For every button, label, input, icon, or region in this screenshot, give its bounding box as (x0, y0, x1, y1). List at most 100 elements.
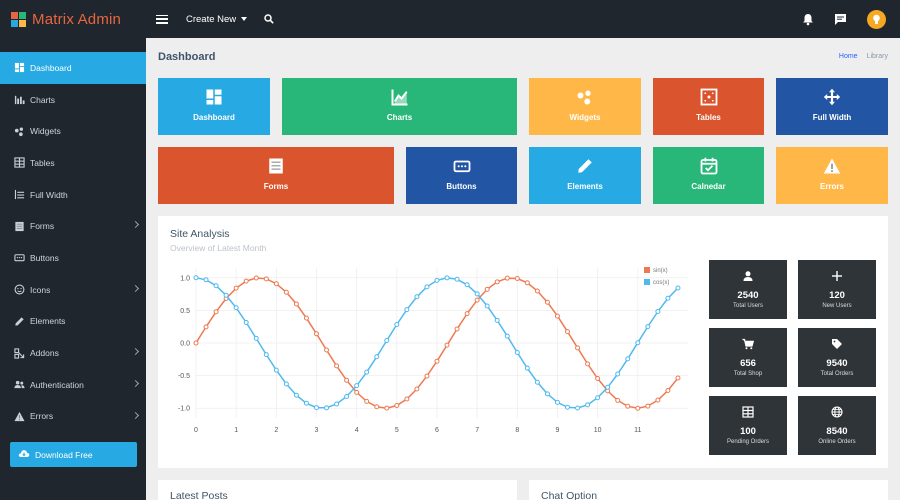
breadcrumb-current: Library (866, 53, 888, 60)
data-point (645, 403, 651, 409)
brand[interactable]: Matrix Admin (0, 0, 146, 38)
data-point (454, 276, 460, 282)
sidebar-item-full-width[interactable]: Full Width (0, 179, 146, 211)
data-point (595, 395, 601, 401)
message-icon[interactable] (834, 13, 847, 26)
sidebar-item-label: Dashboard (30, 62, 72, 73)
data-point (524, 365, 530, 371)
tile-forms[interactable]: Forms (158, 147, 394, 204)
stat-new-users: 120 New Users (798, 260, 876, 319)
tile-buttons[interactable]: Buttons (406, 147, 517, 204)
cart-icon (742, 338, 754, 350)
data-point (233, 285, 239, 291)
dashboard-icon (14, 62, 25, 73)
chevron-right-icon (131, 284, 140, 292)
tile-label: Buttons (446, 181, 477, 191)
data-point (645, 324, 651, 330)
stat-label: Total Shop (733, 371, 763, 377)
sidebar-item-tables[interactable]: Tables (0, 147, 146, 179)
data-point (283, 289, 289, 295)
data-point (635, 405, 641, 411)
sidebar-item-charts[interactable]: Charts (0, 84, 146, 116)
tile-calnedar[interactable]: Calnedar (653, 147, 764, 204)
sidebar-item-icons[interactable]: Icons (0, 274, 146, 306)
x-tick-label: 3 (315, 427, 319, 434)
sidebar-item-addons[interactable]: Addons (0, 337, 146, 369)
data-point (434, 277, 440, 283)
tile-elements[interactable]: Elements (529, 147, 641, 204)
stat-value: 9540 (826, 358, 848, 369)
y-tick-label: 1.0 (180, 275, 190, 282)
cloud-download-icon (18, 449, 30, 460)
bell-icon[interactable] (802, 13, 814, 26)
data-point (575, 345, 581, 351)
data-point (203, 277, 209, 283)
data-point (213, 283, 219, 289)
data-point (464, 311, 470, 317)
data-point (514, 350, 520, 356)
data-point (625, 356, 631, 362)
data-point (263, 276, 269, 282)
tile-errors[interactable]: Errors (776, 147, 888, 204)
tile-label: Full Width (812, 112, 852, 122)
calendar-icon (700, 157, 718, 175)
data-point (484, 286, 490, 292)
chevron-right-icon (131, 411, 140, 419)
download-free-button[interactable]: Download Free (10, 442, 137, 467)
breadcrumb-home-link[interactable]: Home (839, 53, 858, 60)
sidebar-item-label: Errors (30, 411, 54, 422)
data-point (665, 387, 671, 393)
pencil-icon (14, 316, 25, 327)
tile-label: Tables (696, 112, 721, 122)
search-icon[interactable] (264, 14, 274, 24)
tile-label: Dashboard (193, 112, 235, 122)
tile-tables[interactable]: Tables (653, 78, 764, 135)
sidebar-item-elements[interactable]: Elements (0, 306, 146, 338)
download-free-label: Download Free (35, 449, 93, 460)
data-point (253, 275, 259, 281)
data-point (434, 358, 440, 364)
create-new-label: Create New (186, 13, 237, 25)
tile-charts[interactable]: Charts (282, 78, 517, 135)
data-point (544, 391, 550, 397)
sidebar-item-dashboard[interactable]: Dashboard (0, 52, 146, 84)
user-icon (742, 270, 754, 282)
create-new-dropdown[interactable]: Create New (186, 13, 248, 25)
bar-chart-icon (14, 94, 25, 105)
data-point (213, 309, 219, 315)
x-tick-label: 7 (475, 427, 479, 434)
data-point (585, 361, 591, 367)
data-point (565, 329, 571, 335)
tile-dashboard[interactable]: Dashboard (158, 78, 270, 135)
tile-full-width[interactable]: Full Width (776, 78, 888, 135)
sidebar-item-label: Buttons (30, 252, 59, 263)
sidebar-item-label: Widgets (30, 126, 61, 137)
y-tick-label: 0.5 (180, 308, 190, 315)
sidebar-item-buttons[interactable]: Buttons (0, 242, 146, 274)
data-point (494, 317, 500, 323)
sidebar-item-widgets[interactable]: Widgets (0, 115, 146, 147)
menu-toggle-icon[interactable] (156, 14, 168, 24)
chat-option-title: Chat Option (541, 490, 598, 500)
data-point (544, 299, 550, 305)
sidebar-item-forms[interactable]: Forms (0, 210, 146, 242)
data-point (273, 281, 279, 287)
y-tick-label: -0.5 (178, 373, 190, 380)
sidebar-item-label: Full Width (30, 189, 68, 200)
sidebar-item-errors[interactable]: Errors (0, 401, 146, 433)
warning-icon (14, 411, 25, 422)
data-point (354, 389, 360, 395)
data-point (193, 275, 199, 281)
data-point (605, 384, 611, 390)
data-point (334, 363, 340, 369)
avatar[interactable] (867, 9, 886, 29)
users-icon (14, 379, 25, 390)
data-point (424, 284, 430, 290)
sidebar-item-authentication[interactable]: Authentication (0, 369, 146, 401)
data-point (384, 405, 390, 411)
tile-widgets[interactable]: Widgets (529, 78, 641, 135)
data-point (474, 297, 480, 303)
y-tick-label: -1.0 (178, 406, 190, 413)
stat-online-orders: 8540 Online Orders (798, 396, 876, 455)
data-point (534, 379, 540, 385)
